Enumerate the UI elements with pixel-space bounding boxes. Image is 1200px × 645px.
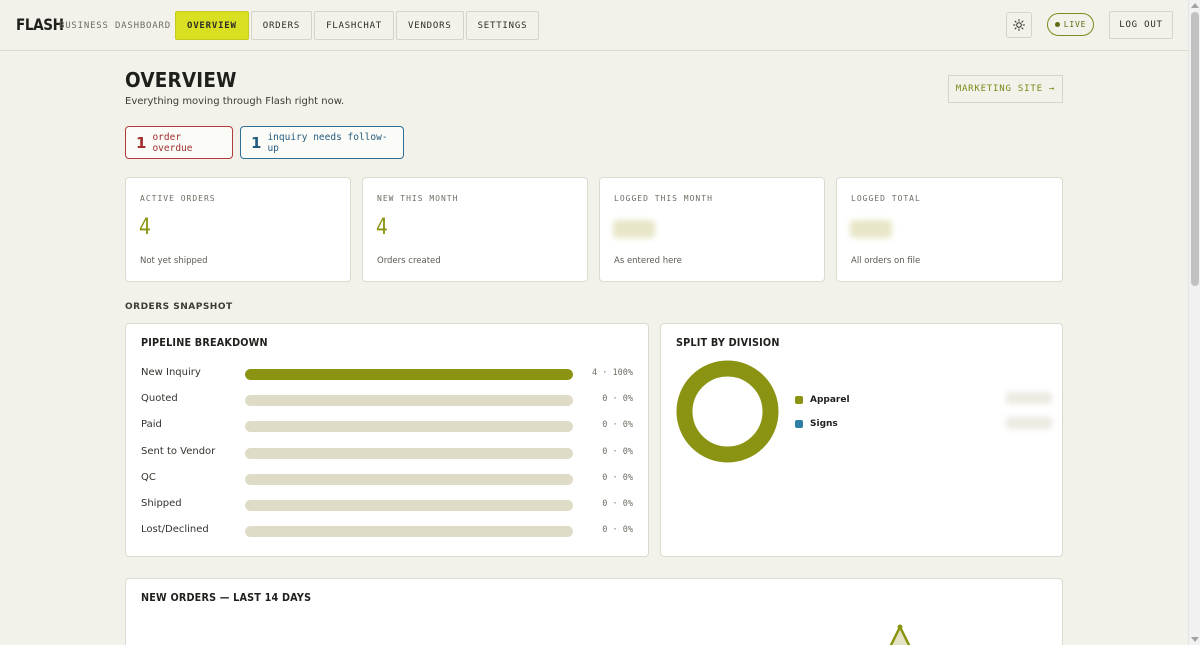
pipeline-bar-track: [245, 526, 573, 538]
pipeline-bar-track: [245, 369, 573, 380]
pipeline-bar-track: [245, 447, 573, 459]
pipeline-stage-label: Sent to Vendor: [141, 445, 216, 457]
pipeline-bar-track: [245, 500, 573, 511]
stat-caption: Orders created: [377, 256, 441, 266]
stat-label: LOGGED THIS MONTH: [614, 194, 713, 203]
pipeline-stage-value: 0 · 0%: [602, 472, 633, 483]
stat-value: 4: [376, 215, 388, 240]
brand-logo[interactable]: FLASH: [16, 15, 64, 34]
pipeline-row: Quoted 0 · 0%: [141, 393, 636, 407]
pipeline-bar-fill: [245, 369, 573, 380]
alert-count: 1: [136, 133, 147, 152]
alert-order-overdue[interactable]: 1 order overdue: [125, 126, 233, 159]
alert-text: inquiry needs follow-up: [267, 131, 388, 154]
pipeline-stage-value: 0 · 0%: [602, 499, 633, 509]
scroll-thumb[interactable]: [1191, 12, 1199, 286]
main-nav: OVERVIEW ORDERS FLASHCHAT VENDORS SETTIN…: [175, 11, 540, 40]
stat-value-redacted: [613, 220, 655, 238]
pipeline-row: Paid 0 · 0%: [141, 419, 636, 433]
pipeline-bar-track: [245, 395, 573, 407]
stat-card-logged-this-month: LOGGED THIS MONTH As entered here: [599, 177, 825, 282]
stat-value: 4: [139, 215, 151, 240]
pipeline-stage-label: Quoted: [141, 393, 178, 405]
pipeline-stage-value: 0 · 0%: [602, 420, 633, 431]
stat-card-logged-total: LOGGED TOTAL All orders on file: [836, 177, 1063, 282]
stat-label: LOGGED TOTAL: [851, 194, 921, 203]
pipeline-stage-label: QC: [141, 471, 156, 483]
pipeline-stage-label: Lost/Declined: [141, 524, 209, 536]
sun-icon: [1013, 19, 1025, 31]
pipeline-breakdown-card: PIPELINE BREAKDOWN New Inquiry 4 · 100% Qu…: [125, 323, 649, 557]
card-title: PIPELINE BREAKDOWN: [141, 337, 268, 349]
pipeline-row: QC 0 · 0%: [141, 472, 636, 486]
division-split-card: SPLIT BY DIVISION Apparel Signs: [660, 323, 1063, 557]
legend-item-signs: Signs: [795, 419, 838, 429]
stat-label: ACTIVE ORDERS: [140, 194, 216, 203]
stat-label: NEW THIS MONTH: [377, 194, 459, 203]
live-status-badge: LIVE: [1047, 13, 1094, 36]
legend-label: Apparel: [810, 395, 850, 405]
pipeline-row: Shipped 0 · 0%: [141, 498, 636, 512]
stat-caption: As entered here: [614, 256, 682, 266]
section-label-orders-snapshot: ORDERS SNAPSHOT: [125, 302, 233, 312]
page-scrollbar[interactable]: [1188, 0, 1200, 645]
card-title: NEW ORDERS — LAST 14 DAYS: [141, 592, 312, 604]
nav-vendors[interactable]: VENDORS: [396, 11, 464, 40]
new-orders-peak-marker: [889, 624, 911, 645]
marketing-site-button[interactable]: MARKETING SITE →: [948, 75, 1063, 103]
nav-orders[interactable]: ORDERS: [250, 11, 313, 40]
alert-text: order overdue: [152, 131, 193, 154]
pipeline-stage-value: 4 · 100%: [592, 368, 633, 378]
pipeline-row: Sent to Vendor 0 · 0%: [141, 446, 636, 460]
live-dot-icon: [1054, 22, 1060, 27]
theme-toggle-button[interactable]: [1006, 12, 1032, 38]
nav-settings[interactable]: SETTINGS: [465, 11, 540, 40]
pipeline-stage-value: 0 · 0%: [602, 394, 633, 405]
pipeline-stage-label: Shipped: [141, 498, 182, 509]
division-donut-chart: [676, 360, 779, 463]
legend-swatch: [795, 420, 803, 428]
legend-value-redacted: [1006, 417, 1052, 429]
legend-swatch: [795, 396, 803, 404]
nav-flashchat[interactable]: FLASHCHAT: [314, 11, 395, 40]
legend-value-redacted: [1006, 392, 1052, 404]
stat-card-active-orders: ACTIVE ORDERS 4 Not yet shipped: [125, 177, 351, 282]
pipeline-bar-track: [245, 421, 573, 433]
nav-overview[interactable]: OVERVIEW: [175, 11, 249, 40]
brand-subtitle: BUSINESS DASHBOARD: [59, 21, 171, 31]
stat-caption: Not yet shipped: [140, 256, 208, 266]
legend-item-apparel: Apparel: [795, 395, 850, 405]
scroll-down-arrow-icon[interactable]: [1191, 637, 1199, 642]
pipeline-stage-label: New Inquiry: [141, 367, 201, 378]
top-bar: FLASH BUSINESS DASHBOARD OVERVIEW ORDERS…: [0, 0, 1188, 51]
page-title: OVERVIEW: [125, 68, 237, 92]
alert-count: 1: [251, 133, 262, 152]
pipeline-bar-track: [245, 473, 573, 485]
scroll-up-arrow-icon[interactable]: [1191, 3, 1199, 8]
live-label: LIVE: [1063, 20, 1087, 29]
donut-segment-apparel: [676, 360, 779, 463]
alert-inquiry-follow-up[interactable]: 1 inquiry needs follow-up: [240, 126, 404, 159]
stat-card-new-this-month: NEW THIS MONTH 4 Orders created: [362, 177, 588, 282]
stat-caption: All orders on file: [851, 256, 921, 266]
new-orders-chart-card: NEW ORDERS — LAST 14 DAYS: [125, 578, 1063, 645]
logout-button[interactable]: LOG OUT: [1109, 11, 1173, 39]
pipeline-row: Lost/Declined 0 · 0%: [141, 524, 636, 538]
page-subtitle: Everything moving through Flash right no…: [125, 96, 345, 107]
pipeline-stage-value: 0 · 0%: [602, 525, 633, 536]
pipeline-stage-label: Paid: [141, 419, 162, 431]
stat-value-redacted: [850, 220, 892, 238]
pipeline-stage-value: 0 · 0%: [602, 446, 633, 457]
card-title: SPLIT BY DIVISION: [676, 337, 780, 349]
legend-label: Signs: [810, 419, 838, 429]
pipeline-row: New Inquiry 4 · 100%: [141, 367, 636, 381]
